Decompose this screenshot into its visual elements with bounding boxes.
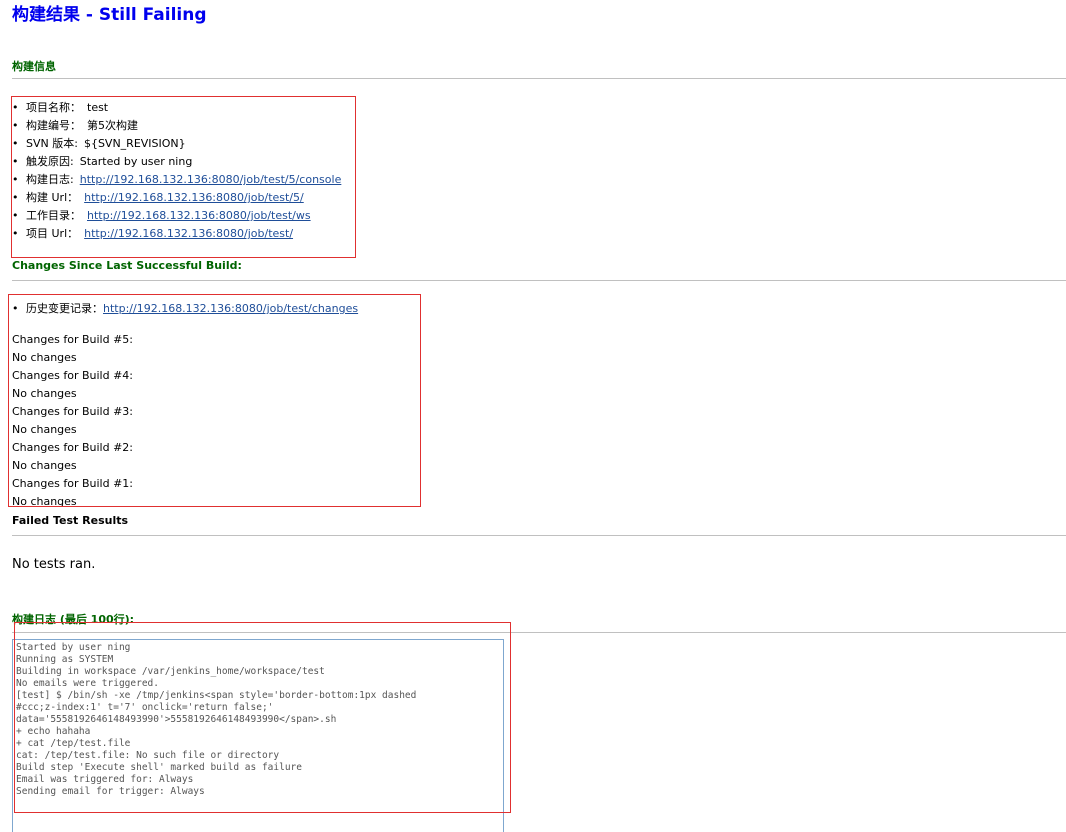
info-label: 项目名称：: [26, 101, 81, 114]
bullet-icon: •: [12, 302, 19, 315]
project-url-link[interactable]: http://192.168.132.136:8080/job/test/: [84, 227, 293, 240]
change-line: No changes: [12, 423, 77, 436]
info-item-project-url: • 项目 Url： http://192.168.132.136:8080/job/…: [12, 225, 341, 243]
info-label: 构建编号：: [26, 119, 81, 132]
info-value: test: [87, 101, 109, 114]
bullet-icon: •: [12, 191, 19, 204]
history-item: • 历史变更记录：http://192.168.132.136:8080/job/…: [12, 300, 358, 318]
build-url-link[interactable]: http://192.168.132.136:8080/job/test/5/: [84, 191, 304, 204]
info-label: 构建日志:: [26, 173, 74, 186]
page-title: 构建结果 - Still Failing: [12, 5, 207, 25]
divider: [12, 535, 1066, 536]
build-info-heading: 构建信息: [12, 60, 56, 73]
change-line: No changes: [12, 351, 77, 364]
changes-history-list: • 历史变更记录：http://192.168.132.136:8080/job/…: [12, 300, 358, 318]
changes-lines: Changes for Build #5: No changes Changes…: [12, 331, 133, 507]
bullet-icon: •: [12, 155, 19, 168]
info-value: Started by user ning: [79, 155, 193, 168]
info-item-svn-version: • SVN 版本: ${SVN_REVISION}: [12, 135, 341, 153]
changes-heading: Changes Since Last Successful Build:: [12, 259, 242, 272]
bullet-icon: •: [12, 101, 19, 114]
info-label: 构建 Url：: [26, 191, 79, 204]
change-line: Changes for Build #1:: [12, 477, 133, 490]
history-label: 历史变更记录：: [26, 302, 103, 315]
history-link[interactable]: http://192.168.132.136:8080/job/test/cha…: [103, 302, 358, 315]
change-line: No changes: [12, 387, 77, 400]
info-value: 第5次构建: [87, 119, 138, 132]
failed-tests-heading: Failed Test Results: [12, 514, 129, 527]
change-line: Changes for Build #2:: [12, 441, 133, 454]
info-item-build-number: • 构建编号： 第5次构建: [12, 117, 341, 135]
info-label: 项目 Url：: [26, 227, 79, 240]
change-line: Changes for Build #3:: [12, 405, 133, 418]
change-line: No changes: [12, 459, 77, 472]
change-line: No changes: [12, 495, 77, 507]
bullet-icon: •: [12, 119, 19, 132]
build-log-text: Started by user ning Running as SYSTEM B…: [16, 642, 417, 797]
divider: [12, 280, 1066, 281]
email-report-page: 构建结果 - Still Failing 构建信息 • 项目名称： test • 构建…: [0, 0, 1066, 832]
divider: [12, 632, 1066, 633]
no-tests-message: No tests ran.: [12, 557, 96, 572]
info-value: ${SVN_REVISION}: [83, 137, 186, 150]
change-line: Changes for Build #5:: [12, 333, 133, 346]
build-log-box[interactable]: Started by user ning Running as SYSTEM B…: [12, 639, 504, 832]
info-item-workspace: • 工作目录： http://192.168.132.136:8080/job/te…: [12, 207, 341, 225]
info-label: 工作目录：: [26, 209, 81, 222]
build-log-heading: 构建日志 (最后 100行):: [12, 613, 135, 626]
change-line: Changes for Build #4:: [12, 369, 133, 382]
info-item-build-log: • 构建日志: http://192.168.132.136:8080/job/te…: [12, 171, 341, 189]
bullet-icon: •: [12, 227, 19, 240]
build-log-link[interactable]: http://192.168.132.136:8080/job/test/5/c…: [80, 173, 342, 186]
build-info-list: • 项目名称： test • 构建编号： 第5次构建 • SVN 版本: ${SVN_REV…: [12, 99, 341, 243]
divider: [12, 78, 1066, 79]
info-label: SVN 版本:: [26, 137, 78, 150]
info-item-trigger-cause: • 触发原因: Started by user ning: [12, 153, 341, 171]
workspace-link[interactable]: http://192.168.132.136:8080/job/test/ws: [87, 209, 311, 222]
bullet-icon: •: [12, 173, 19, 186]
bullet-icon: •: [12, 209, 19, 222]
info-item-project-name: • 项目名称： test: [12, 99, 341, 117]
bullet-icon: •: [12, 137, 19, 150]
info-label: 触发原因:: [26, 155, 74, 168]
info-item-build-url: • 构建 Url： http://192.168.132.136:8080/job/…: [12, 189, 341, 207]
